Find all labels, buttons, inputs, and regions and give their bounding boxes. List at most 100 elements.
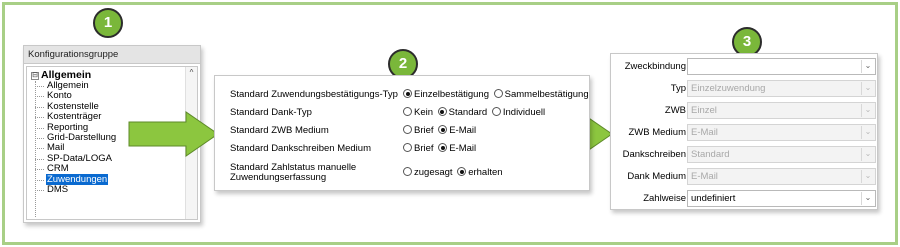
field-label: Dank Medium [627, 171, 686, 182]
radio-selected-icon[interactable] [437, 107, 447, 116]
form-row: Dankschreiben Standard ⌄ [611, 146, 879, 164]
form-row: Typ Einzelzuwendung ⌄ [611, 80, 879, 98]
field-value: E-Mail [691, 171, 718, 182]
collapse-icon[interactable]: ⊟ [31, 72, 39, 80]
radio-label: Einzelbestätigung [414, 89, 489, 100]
field-select: E-Mail ⌄ [687, 168, 876, 185]
setting-label: Standard Dankschreiben Medium [230, 143, 371, 154]
tree-item-label: Kostenstelle [47, 100, 99, 112]
field-value: Einzel [691, 105, 717, 116]
field-select[interactable]: undefiniert ⌄ [687, 190, 876, 207]
panel-header: Konfigurationsgruppe [24, 46, 200, 64]
tree-item-label: CRM [47, 163, 69, 175]
radio-label: Brief [414, 125, 434, 136]
radio-group: Einzelbestätigung Sammelbestätigung [403, 88, 591, 102]
radio-option[interactable]: Individuell [491, 106, 546, 120]
form-row: Zahlweise undefiniert ⌄ [611, 190, 879, 208]
radio-option[interactable]: Einzelbestätigung [403, 88, 489, 102]
field-value: undefiniert [691, 193, 736, 204]
tree-item[interactable]: DMS [35, 183, 117, 195]
radio-group: zugesagt erhalten [403, 166, 505, 180]
tree-item-label: Mail [47, 142, 65, 154]
scroll-up-icon[interactable]: ^ [186, 67, 197, 79]
radio-empty-icon[interactable] [403, 143, 412, 152]
radio-selected-icon[interactable] [438, 125, 448, 134]
field-select: Einzel ⌄ [687, 102, 876, 119]
donation-form-panel: Zweckbindung ⌄ Typ Einzelzuwendung ⌄ ZWB Einze… [610, 53, 878, 210]
radio-label: Standard [448, 107, 488, 118]
field-value: E-Mail [691, 127, 718, 138]
radio-label: Sammelbestätigung [504, 89, 589, 100]
radio-option[interactable]: Brief [403, 142, 434, 156]
chevron-down-icon: ⌄ [861, 104, 874, 117]
chevron-down-icon: ⌄ [861, 170, 874, 183]
setting-label-line: Zuwendungserfassung [230, 172, 327, 183]
field-select: Einzelzuwendung ⌄ [687, 80, 876, 97]
tree-children: Allgemein Konto Kostenstelle Kostenträger Re… [35, 80, 117, 195]
form-row: ZWB Medium E-Mail ⌄ [611, 124, 879, 142]
radio-selected-icon[interactable] [457, 167, 467, 176]
field-label: ZWB Medium [628, 127, 686, 138]
radio-label: E-Mail [449, 125, 477, 136]
field-label: Typ [670, 83, 686, 94]
arrow-right-icon [128, 111, 219, 157]
tree-item-label: DMS [47, 183, 69, 195]
field-select: Standard ⌄ [687, 146, 876, 163]
tree-item-label: SP-Data/LOGA [47, 152, 112, 164]
radio-option[interactable]: Sammelbestätigung [493, 88, 589, 102]
setting-label: Standard Zahlstatus manuelle Zuwendungser… [230, 163, 356, 183]
radio-label: E-Mail [449, 143, 477, 154]
tree-item-label: Zuwendungen [46, 173, 109, 185]
field-label: Zahlweise [643, 193, 686, 204]
tree-item-label: Konto [47, 90, 72, 102]
field-value: Standard [691, 149, 730, 160]
radio-option[interactable]: erhalten [457, 166, 503, 180]
field-select[interactable]: ⌄ [687, 58, 876, 75]
tree-item-label: Grid-Darstellung [47, 131, 117, 143]
radio-label: Kein [414, 107, 434, 118]
tree-item-label: Reporting [47, 121, 89, 133]
tree-item[interactable]: CRM [35, 163, 117, 175]
tree-item[interactable]: Kostenträger [35, 111, 117, 123]
radio-label: erhalten [468, 167, 503, 178]
form-row: Zweckbindung ⌄ [611, 58, 879, 76]
radio-label: Brief [414, 143, 434, 154]
field-select: E-Mail ⌄ [687, 124, 876, 141]
radio-empty-icon[interactable] [403, 167, 412, 176]
chevron-down-icon: ⌄ [861, 82, 874, 95]
radio-option[interactable]: Brief [403, 124, 434, 138]
radio-empty-icon[interactable] [493, 89, 503, 98]
donation-defaults-panel: Standard Zuwendungsbestätigungs-Typ Einz… [214, 75, 590, 191]
chevron-down-icon[interactable]: ⌄ [861, 60, 874, 73]
field-label: Dankschreiben [622, 149, 686, 160]
radio-group: Brief E-Mail [403, 124, 478, 138]
radio-option[interactable]: Kein [403, 106, 433, 120]
radio-group: Kein Standard Individuell [403, 106, 547, 120]
radio-option[interactable]: E-Mail [438, 124, 476, 138]
radio-option[interactable]: zugesagt [403, 166, 453, 180]
setting-label: Standard ZWB Medium [230, 125, 329, 136]
chevron-down-icon: ⌄ [861, 126, 874, 139]
radio-label: Individuell [502, 107, 546, 118]
radio-empty-icon[interactable] [403, 107, 412, 116]
radio-empty-icon[interactable] [491, 107, 501, 116]
step-badge-1: 1 [93, 8, 123, 38]
radio-group: Brief E-Mail [403, 142, 478, 156]
form-row: ZWB Einzel ⌄ [611, 102, 879, 120]
chevron-down-icon: ⌄ [861, 148, 874, 161]
setting-label: Standard Dank-Typ [230, 107, 312, 118]
radio-option[interactable]: Standard [437, 106, 488, 120]
radio-selected-icon[interactable] [438, 143, 448, 152]
radio-empty-icon[interactable] [403, 125, 412, 134]
field-label: Zweckbindung [624, 61, 686, 72]
radio-option[interactable]: E-Mail [438, 142, 476, 156]
field-label: ZWB [664, 105, 686, 116]
setting-label: Standard Zuwendungsbestätigungs-Typ [230, 89, 398, 100]
radio-selected-icon[interactable] [403, 89, 412, 98]
tree-item-label: Kostenträger [47, 111, 102, 123]
radio-label: zugesagt [414, 167, 453, 178]
chevron-down-icon[interactable]: ⌄ [861, 192, 874, 205]
form-row: Dank Medium E-Mail ⌄ [611, 168, 879, 186]
field-value: Einzelzuwendung [691, 83, 766, 94]
tree-item-label: Allgemein [47, 80, 89, 91]
